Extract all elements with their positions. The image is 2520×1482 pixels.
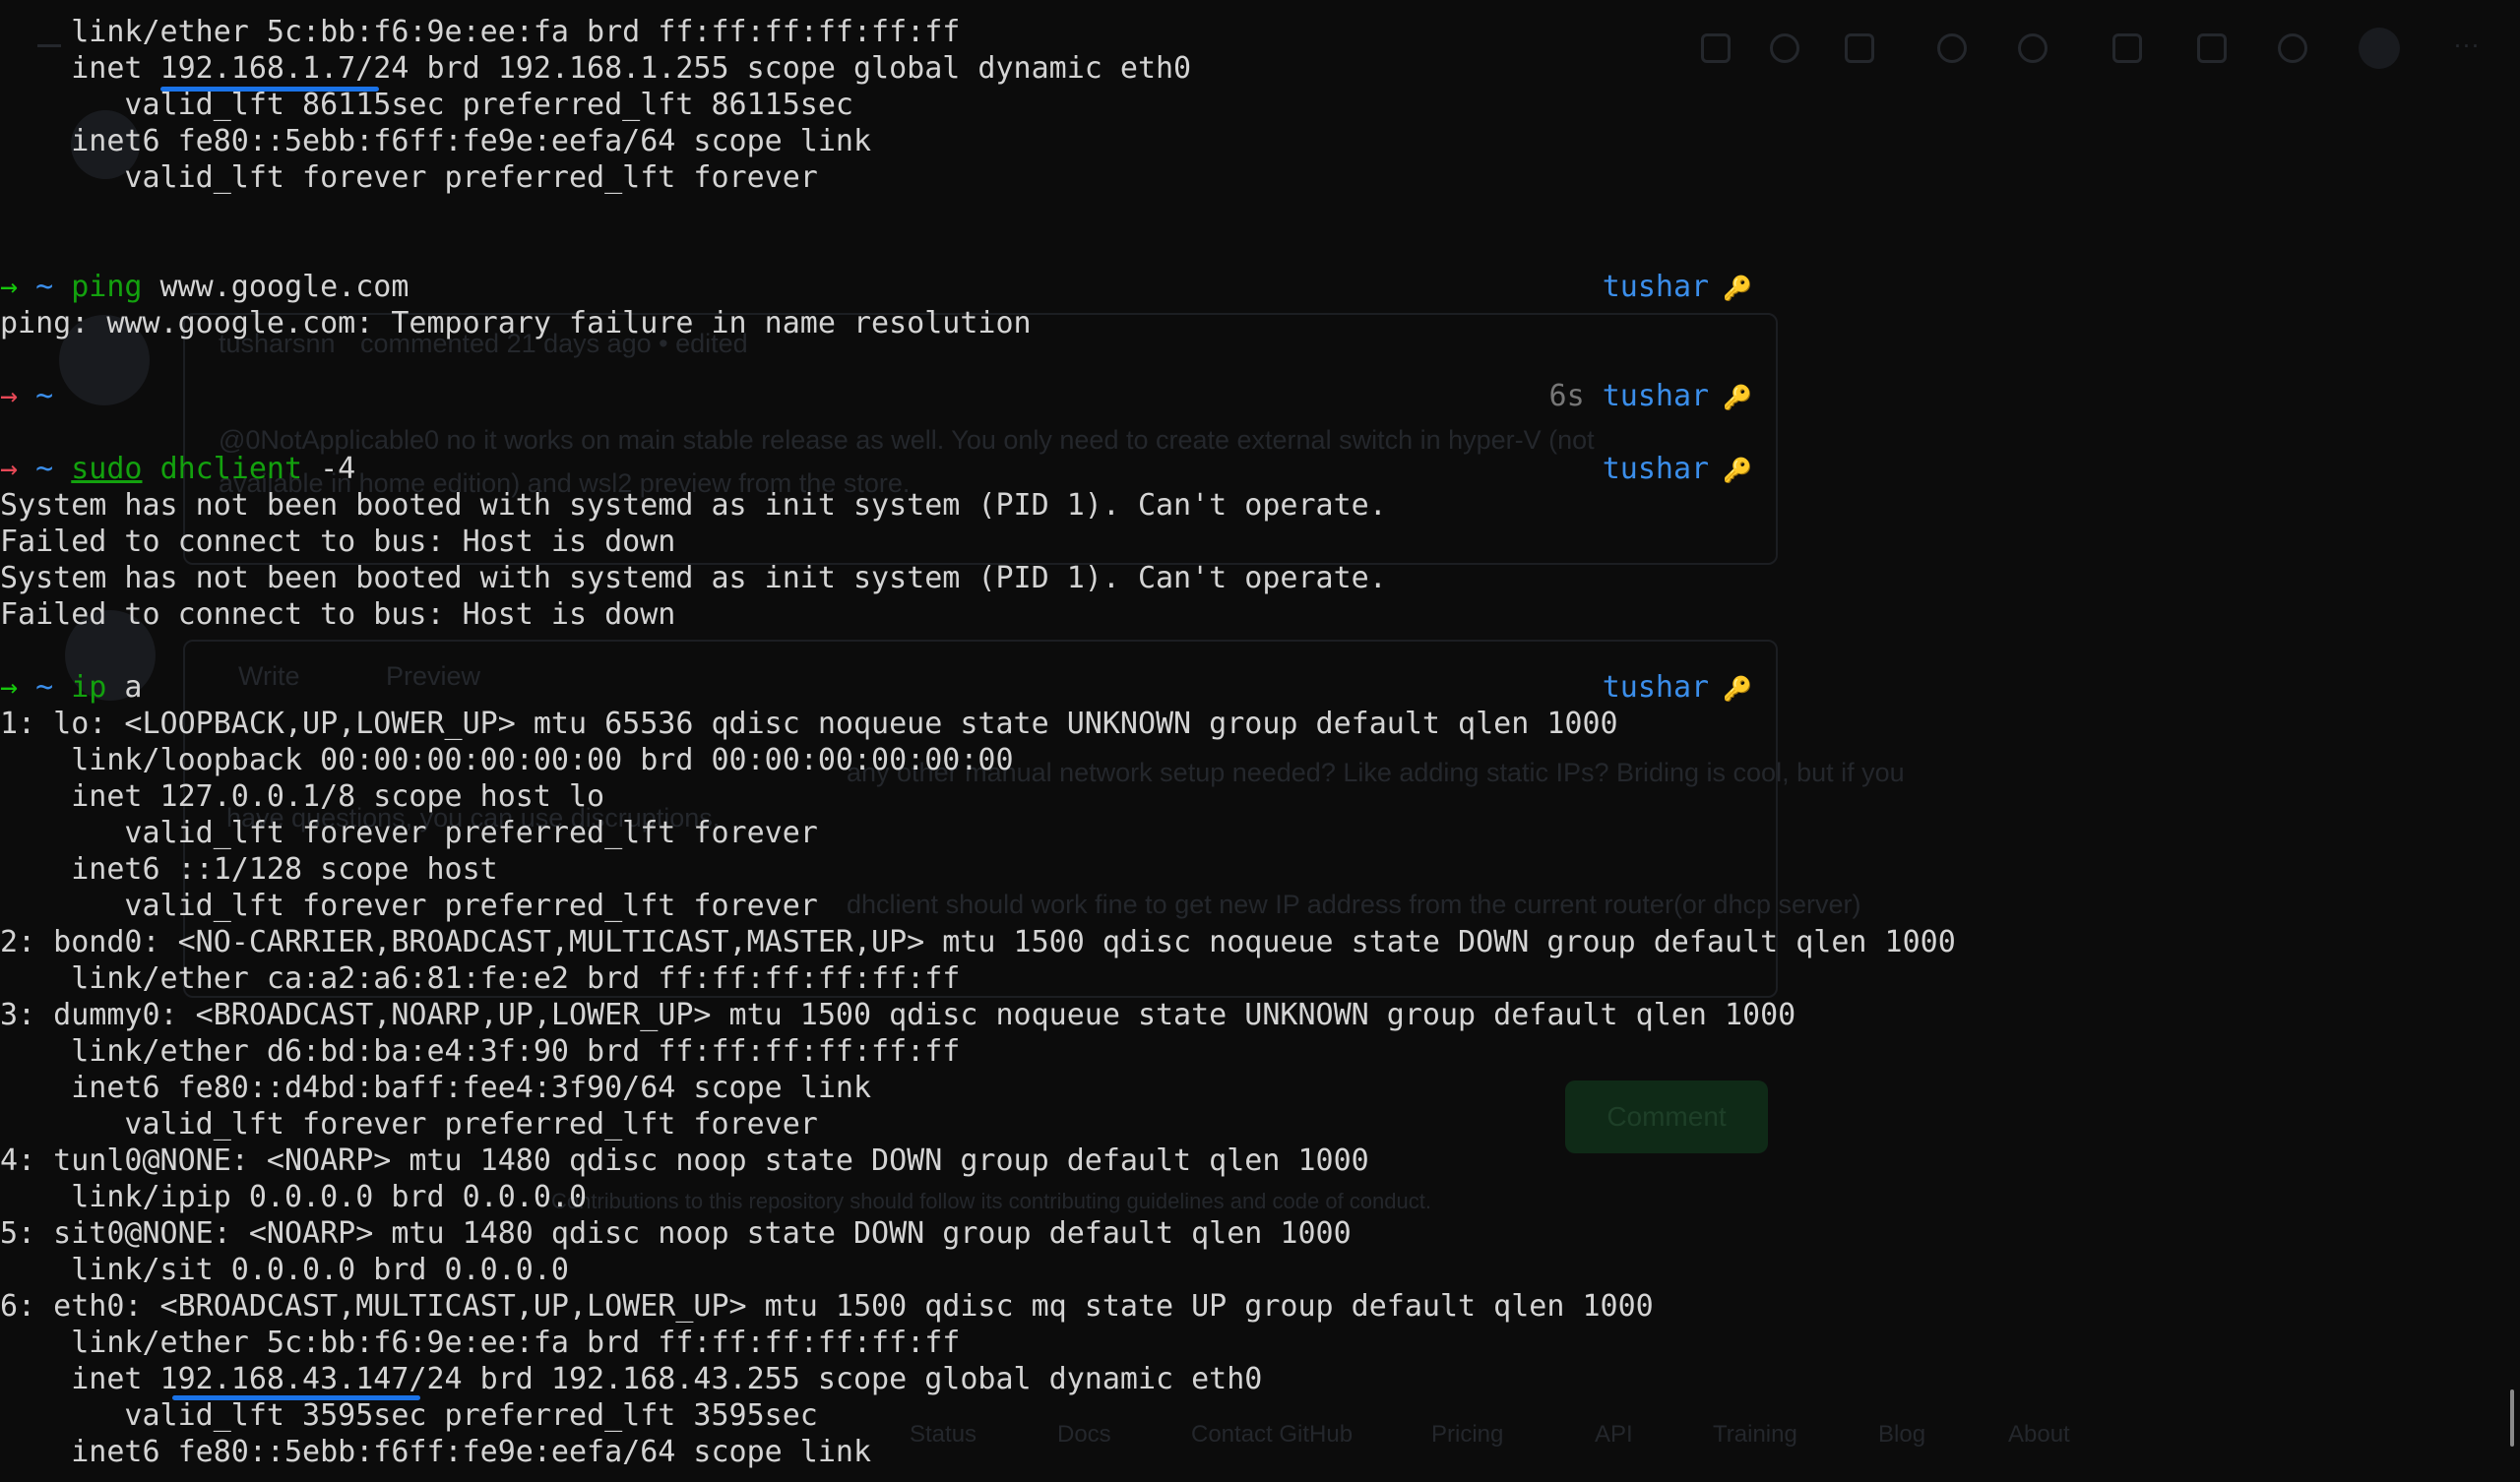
command-name: dhclient xyxy=(159,452,303,486)
prompt-dir: ~ xyxy=(35,452,54,486)
command-line: → ~ xyxy=(0,378,53,414)
command-args: www.google.com xyxy=(142,270,410,304)
command-line: → ~ ip a xyxy=(0,669,143,706)
key-icon: 🔑 xyxy=(1723,384,1752,411)
command-line: → ~ ping www.google.com xyxy=(0,269,409,305)
key-icon: 🔑 xyxy=(1723,275,1752,302)
terminal-output-line: 3: dummy0: <BROADCAST,NOARP,UP,LOWER_UP>… xyxy=(0,998,1796,1032)
terminal-output-line: System has not been booted with systemd … xyxy=(0,488,1387,523)
key-icon: 🔑 xyxy=(1723,457,1752,484)
terminal-output-line: link/sit 0.0.0.0 brd 0.0.0.0 xyxy=(0,1253,569,1287)
terminal-output-line: inet 192.168.1.7/24 brd 192.168.1.255 sc… xyxy=(0,51,1192,86)
terminal-output-line: inet6 fe80::5ebb:f6ff:fe9e:eefa/64 scope… xyxy=(0,124,872,158)
terminal-output-line: link/ether 5c:bb:f6:9e:ee:fa brd ff:ff:f… xyxy=(0,15,961,49)
command-name: sudo xyxy=(71,452,143,486)
terminal-output-line: Failed to connect to bus: Host is down xyxy=(0,597,676,632)
terminal-output-line: 1: lo: <LOOPBACK,UP,LOWER_UP> mtu 65536 … xyxy=(0,707,1618,741)
command-args: -4 xyxy=(302,452,356,486)
prompt-user: tushar xyxy=(1602,670,1710,705)
prompt-user: tushar xyxy=(1602,270,1710,304)
terminal-output-line: inet 127.0.0.1/8 scope host lo xyxy=(0,779,605,814)
terminal-output-line: valid_lft forever preferred_lft forever xyxy=(0,889,818,923)
terminal-output-line: 5: sit0@NONE: <NOARP> mtu 1480 qdisc noo… xyxy=(0,1216,1352,1251)
terminal-output-line: inet6 fe80::d4bd:baff:fee4:3f90/64 scope… xyxy=(0,1071,872,1105)
prompt-user: tushar xyxy=(1602,452,1710,486)
terminal-output-line: link/ether d6:bd:ba:e4:3f:90 brd ff:ff:f… xyxy=(0,1034,961,1069)
terminal-output-line: System has not been booted with systemd … xyxy=(0,561,1387,595)
command-line: → ~ sudo dhclient -4 xyxy=(0,451,355,487)
terminal-output-line: valid_lft forever preferred_lft forever xyxy=(0,1107,818,1142)
prompt-arrow: → xyxy=(0,270,19,304)
terminal-output-line: inet6 ::1/128 scope host xyxy=(0,852,498,887)
terminal-output-line: link/ether 5c:bb:f6:9e:ee:fa brd ff:ff:f… xyxy=(0,1326,961,1360)
key-icon: 🔑 xyxy=(1723,675,1752,703)
terminal-output-line: 2: bond0: <NO-CARRIER,BROADCAST,MULTICAS… xyxy=(0,925,1956,959)
terminal-output-line: valid_lft 86115sec preferred_lft 86115se… xyxy=(0,88,853,122)
prompt-right: tushar 🔑 xyxy=(1603,269,1752,305)
prompt-arrow-error: → xyxy=(0,452,19,486)
terminal-output-line: link/ipip 0.0.0.0 brd 0.0.0.0 xyxy=(0,1180,588,1214)
prompt-dir: ~ xyxy=(35,379,54,413)
terminal-output-line: valid_lft forever preferred_lft forever xyxy=(0,816,818,850)
prompt-right: tushar 🔑 xyxy=(1603,669,1752,706)
terminal-output-line: inet 192.168.43.147/24 brd 192.168.43.25… xyxy=(0,1362,1263,1396)
prompt-dir: ~ xyxy=(35,270,54,304)
command-name: ping xyxy=(71,270,143,304)
terminal-output-line: link/ether ca:a2:a6:81:fe:e2 brd ff:ff:f… xyxy=(0,961,961,996)
terminal-output-line: 6: eth0: <BROADCAST,MULTICAST,UP,LOWER_U… xyxy=(0,1289,1654,1324)
command-args: a xyxy=(106,670,143,705)
prompt-user: tushar xyxy=(1602,379,1710,413)
prompt-arrow: → xyxy=(0,670,19,705)
prompt-right: tushar 🔑 xyxy=(1603,451,1752,487)
command-duration: 6s xyxy=(1548,379,1585,413)
prompt-arrow-error: → xyxy=(0,379,19,413)
terminal-window[interactable]: link/ether 5c:bb:f6:9e:ee:fa brd ff:ff:f… xyxy=(0,0,2520,1482)
terminal-output-line: valid_lft 3595sec preferred_lft 3595sec xyxy=(0,1398,818,1433)
terminal-output-line: link/loopback 00:00:00:00:00:00 brd 00:0… xyxy=(0,743,1014,777)
terminal-scrollbar[interactable] xyxy=(2510,1389,2514,1447)
terminal-output-line: 4: tunl0@NONE: <NOARP> mtu 1480 qdisc no… xyxy=(0,1143,1369,1178)
prompt-dir: ~ xyxy=(35,670,54,705)
prompt-right: 6s tushar 🔑 xyxy=(1549,378,1752,414)
terminal-output-line: valid_lft forever preferred_lft forever xyxy=(0,160,818,195)
terminal-output-line: ping: www.google.com: Temporary failure … xyxy=(0,306,1032,340)
terminal-output-line: Failed to connect to bus: Host is down xyxy=(0,525,676,559)
command-name: ip xyxy=(71,670,107,705)
terminal-output-line: inet6 fe80::5ebb:f6ff:fe9e:eefa/64 scope… xyxy=(0,1435,872,1469)
